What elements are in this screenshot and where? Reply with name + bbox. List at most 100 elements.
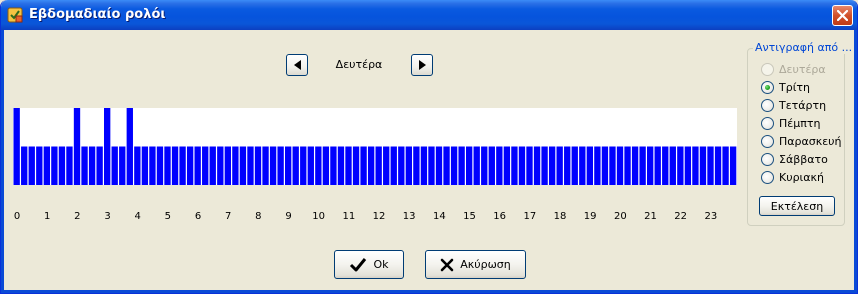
schedule-slot-bar[interactable] <box>247 146 254 186</box>
schedule-slot-bar[interactable] <box>533 146 541 186</box>
schedule-slot-bar[interactable] <box>699 146 707 186</box>
schedule-slot-bar[interactable] <box>322 146 330 186</box>
schedule-slot-bar[interactable] <box>729 146 737 186</box>
radio-button[interactable] <box>761 98 774 112</box>
schedule-slot-bar[interactable] <box>692 146 699 186</box>
execute-button[interactable]: Εκτέλεση <box>759 196 835 216</box>
copy-from-option[interactable]: Τετάρτη <box>761 98 826 112</box>
title-bar[interactable]: Εβδομαδιαίο ρολόι <box>1 0 857 30</box>
schedule-bars[interactable] <box>13 108 737 185</box>
schedule-slot-bar[interactable] <box>383 146 390 186</box>
radio-button[interactable] <box>761 116 774 130</box>
schedule-slot-bar[interactable] <box>179 146 186 186</box>
schedule-slot-bar[interactable] <box>58 146 66 186</box>
schedule-slot-bar[interactable] <box>171 146 179 186</box>
schedule-slot-bar[interactable] <box>526 146 533 186</box>
schedule-slot-bar[interactable] <box>541 146 548 186</box>
schedule-slot-bar[interactable] <box>631 146 639 186</box>
schedule-slot-bar[interactable] <box>714 146 722 186</box>
schedule-slot-bar[interactable] <box>194 146 201 186</box>
schedule-slot-bar[interactable] <box>66 146 73 186</box>
radio-button[interactable] <box>761 80 774 94</box>
schedule-slot-bar[interactable] <box>571 146 578 186</box>
schedule-slot-bar[interactable] <box>262 146 269 186</box>
schedule-slot-bar[interactable] <box>518 146 526 186</box>
schedule-slot-bar[interactable] <box>164 146 171 186</box>
schedule-slot-bar[interactable] <box>13 108 20 185</box>
schedule-slot-bar[interactable] <box>496 146 503 186</box>
schedule-slot-bar[interactable] <box>647 146 654 186</box>
schedule-slot-bar[interactable] <box>601 146 609 186</box>
schedule-slot-bar[interactable] <box>458 146 465 186</box>
schedule-slot-bar[interactable] <box>292 146 299 186</box>
schedule-slot-bar[interactable] <box>330 146 337 186</box>
ok-button[interactable]: Ok <box>334 250 404 279</box>
copy-from-option[interactable]: Παρασκευή <box>761 134 842 148</box>
schedule-slot-bar[interactable] <box>307 146 314 186</box>
schedule-chart[interactable] <box>13 108 737 185</box>
schedule-slot-bar[interactable] <box>662 146 669 186</box>
schedule-slot-bar[interactable] <box>43 146 51 186</box>
schedule-slot-bar[interactable] <box>217 146 224 186</box>
schedule-slot-bar[interactable] <box>548 146 556 186</box>
next-day-button[interactable] <box>411 54 433 76</box>
schedule-slot-bar[interactable] <box>141 146 149 186</box>
prev-day-button[interactable] <box>286 54 308 76</box>
schedule-slot-bar[interactable] <box>352 146 360 186</box>
schedule-slot-bar[interactable] <box>21 146 28 186</box>
schedule-slot-bar[interactable] <box>435 146 443 186</box>
schedule-slot-bar[interactable] <box>119 146 126 186</box>
schedule-slot-bar[interactable] <box>315 146 322 186</box>
schedule-slot-bar[interactable] <box>586 146 594 186</box>
schedule-slot-bar[interactable] <box>360 146 367 186</box>
schedule-slot-bar[interactable] <box>609 146 616 186</box>
schedule-slot-bar[interactable] <box>428 146 435 186</box>
schedule-slot-bar[interactable] <box>473 146 480 186</box>
schedule-slot-bar[interactable] <box>420 146 428 186</box>
schedule-slot-bar[interactable] <box>594 146 601 186</box>
schedule-slot-bar[interactable] <box>104 108 111 185</box>
schedule-slot-bar[interactable] <box>443 146 450 186</box>
schedule-slot-bar[interactable] <box>337 146 345 186</box>
schedule-slot-bar[interactable] <box>239 146 247 186</box>
schedule-slot-bar[interactable] <box>405 146 413 186</box>
schedule-slot-bar[interactable] <box>669 146 676 186</box>
schedule-slot-bar[interactable] <box>511 146 518 186</box>
schedule-slot-bar[interactable] <box>450 146 458 186</box>
schedule-slot-bar[interactable] <box>156 146 164 186</box>
schedule-slot-bar[interactable] <box>677 146 684 186</box>
schedule-slot-bar[interactable] <box>684 146 692 186</box>
radio-button[interactable] <box>761 152 774 166</box>
schedule-slot-bar[interactable] <box>277 146 284 186</box>
schedule-slot-bar[interactable] <box>707 146 714 186</box>
schedule-slot-bar[interactable] <box>564 146 571 186</box>
schedule-slot-bar[interactable] <box>345 146 352 186</box>
schedule-slot-bar[interactable] <box>624 146 631 186</box>
schedule-slot-bar[interactable] <box>232 146 239 186</box>
schedule-slot-bar[interactable] <box>413 146 420 186</box>
schedule-slot-bar[interactable] <box>579 146 586 186</box>
schedule-slot-bar[interactable] <box>186 146 194 186</box>
schedule-slot-bar[interactable] <box>398 146 405 186</box>
copy-from-option[interactable]: Τρίτη <box>761 80 810 94</box>
schedule-slot-bar[interactable] <box>36 146 43 186</box>
schedule-slot-bar[interactable] <box>126 108 133 185</box>
schedule-slot-bar[interactable] <box>111 146 118 186</box>
schedule-slot-bar[interactable] <box>51 146 58 186</box>
schedule-slot-bar[interactable] <box>96 146 103 186</box>
cancel-button[interactable]: Ακύρωση <box>425 250 526 279</box>
schedule-slot-bar[interactable] <box>269 146 277 186</box>
schedule-slot-bar[interactable] <box>488 146 495 186</box>
schedule-slot-bar[interactable] <box>81 146 88 186</box>
schedule-slot-bar[interactable] <box>654 146 661 186</box>
copy-from-option[interactable]: Κυριακή <box>761 170 824 184</box>
schedule-slot-bar[interactable] <box>556 146 563 186</box>
schedule-slot-bar[interactable] <box>503 146 511 186</box>
schedule-slot-bar[interactable] <box>149 146 156 186</box>
schedule-slot-bar[interactable] <box>616 146 624 186</box>
close-button[interactable] <box>832 5 853 26</box>
schedule-slot-bar[interactable] <box>300 146 307 186</box>
schedule-slot-bar[interactable] <box>722 146 729 186</box>
schedule-slot-bar[interactable] <box>224 146 232 186</box>
schedule-slot-bar[interactable] <box>254 146 262 186</box>
